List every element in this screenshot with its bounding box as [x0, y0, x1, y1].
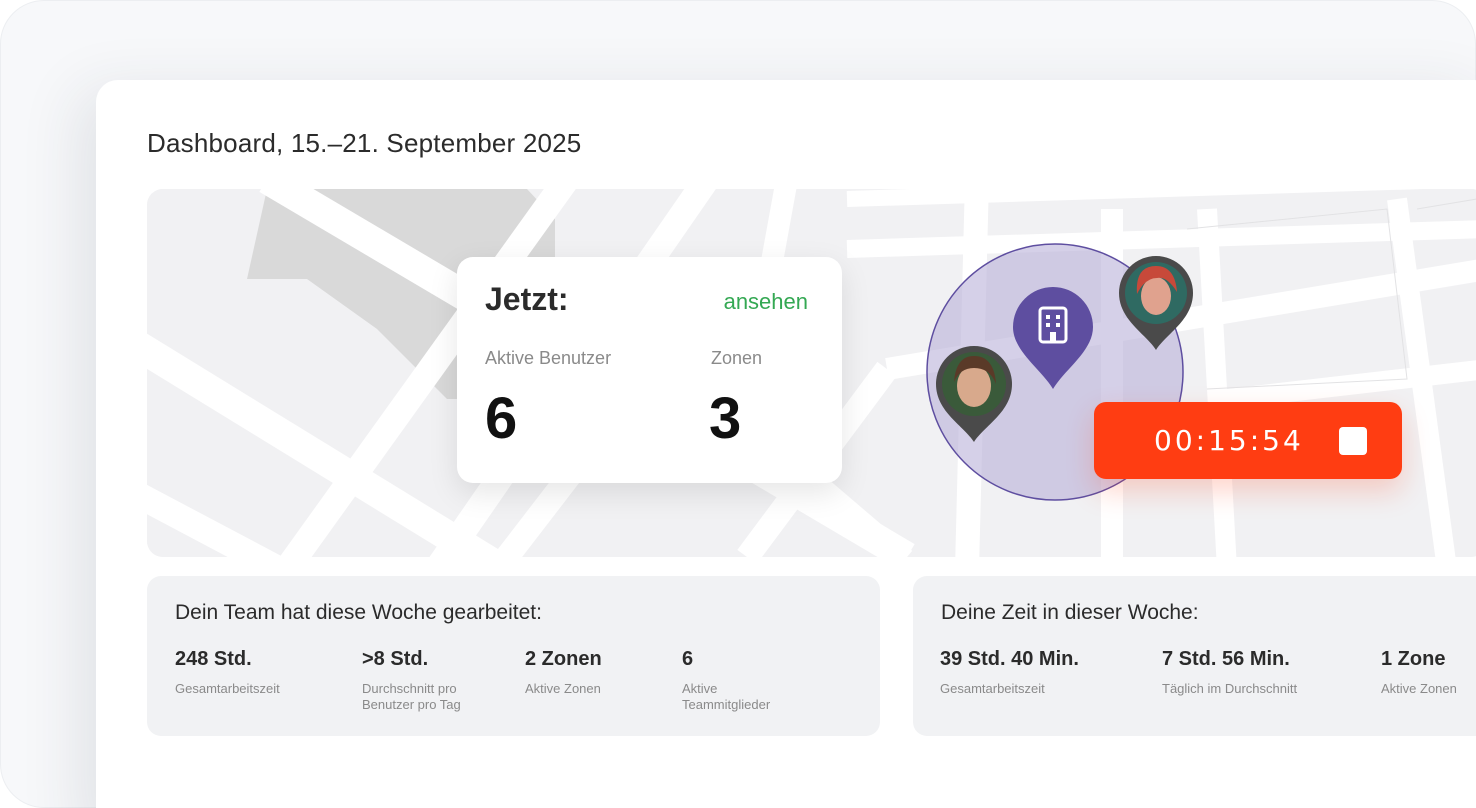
building-icon — [1037, 305, 1069, 345]
user-avatar-pin[interactable] — [934, 346, 1014, 444]
view-link[interactable]: ansehen — [724, 289, 808, 315]
my-daily-avg: 7 Std. 56 Min. Täglich im Durchschnitt — [1162, 648, 1298, 696]
team-active-zones: 2 Zonen Aktive Zonen — [525, 648, 602, 696]
building-pin[interactable] — [1011, 285, 1095, 391]
now-summary-card: Jetzt: ansehen Aktive Benutzer Zonen 6 3 — [457, 257, 842, 483]
team-panel-title: Dein Team hat diese Woche gearbeitet: — [175, 601, 542, 624]
my-total-time: 39 Std. 40 Min. Gesamtarbeitszeit — [940, 648, 1079, 696]
time-tracker: 00:15:54 — [1094, 402, 1402, 479]
my-week-panel: Deine Zeit in dieser Woche: 39 Std. 40 M… — [913, 576, 1476, 736]
team-active-members: 6 Aktive Teammitglieder — [682, 648, 771, 712]
now-label: Jetzt: — [485, 281, 569, 317]
active-users-value: 6 — [485, 386, 518, 451]
my-panel-title: Deine Zeit in dieser Woche: — [941, 601, 1199, 624]
my-active-zones: 1 Zone Aktive Zonen — [1381, 648, 1457, 696]
zones-value: 3 — [709, 386, 742, 451]
user-avatar-pin[interactable] — [1117, 256, 1195, 352]
team-total-hours: 248 Std. Gesamtarbeitszeit — [175, 648, 280, 696]
team-avg-hours: >8 Std. Durchschnitt pro Benutzer pro Ta… — [362, 648, 461, 712]
zones-label: Zonen — [711, 348, 763, 368]
stop-icon[interactable] — [1339, 427, 1367, 455]
team-week-panel: Dein Team hat diese Woche gearbeitet: 24… — [147, 576, 880, 736]
timer-display: 00:15:54 — [1154, 424, 1304, 457]
page-title: Dashboard, 15.–21. September 2025 — [147, 128, 582, 158]
active-users-label: Aktive Benutzer — [485, 348, 612, 368]
